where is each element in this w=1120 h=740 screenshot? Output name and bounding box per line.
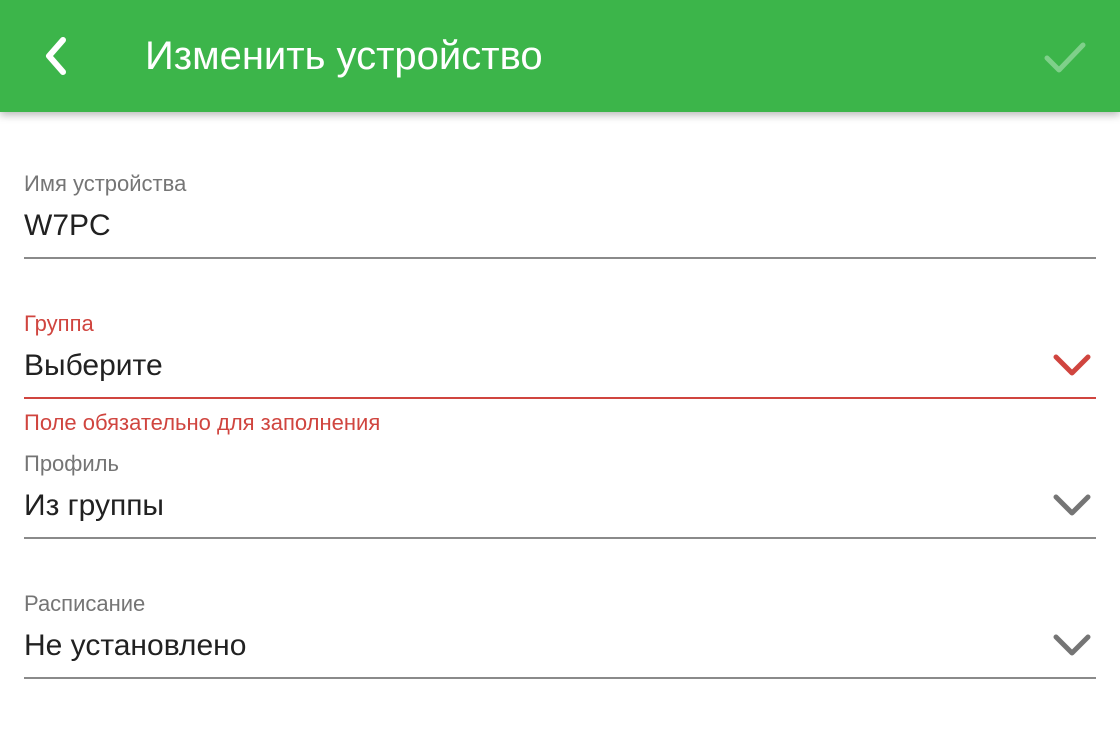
device-name-field[interactable]: Имя устройства W7PC <box>24 170 1096 260</box>
group-value[interactable]: Выберите <box>24 346 163 386</box>
profile-underline <box>24 537 1096 539</box>
profile-value[interactable]: Из группы <box>24 486 164 526</box>
schedule-select[interactable]: Расписание Не установлено <box>24 590 1096 680</box>
group-label: Группа <box>24 311 94 336</box>
chevron-down-icon[interactable] <box>1052 490 1092 520</box>
chevron-down-icon[interactable] <box>1052 350 1092 380</box>
device-name-value[interactable]: W7PC <box>24 206 111 246</box>
back-button[interactable] <box>30 28 82 84</box>
check-icon <box>1044 42 1086 73</box>
schedule-underline <box>24 677 1096 679</box>
schedule-value[interactable]: Не установлено <box>24 626 246 666</box>
profile-select[interactable]: Профиль Из группы <box>24 450 1096 540</box>
chevron-down-icon[interactable] <box>1052 630 1092 660</box>
device-name-underline <box>24 257 1096 259</box>
page-title: Изменить устройство <box>145 34 543 78</box>
group-underline <box>24 397 1096 399</box>
chevron-left-icon <box>46 37 66 75</box>
edit-device-form: Имя устройства W7PC Группа Выберите Поле… <box>0 112 1120 740</box>
group-select[interactable]: Группа Выберите <box>24 310 1096 400</box>
profile-label: Профиль <box>24 451 119 476</box>
device-name-label: Имя устройства <box>24 171 187 196</box>
confirm-button[interactable] <box>1036 32 1094 84</box>
schedule-label: Расписание <box>24 591 146 616</box>
group-error-message: Поле обязательно для заполнения <box>24 410 381 435</box>
app-bar: Изменить устройство <box>0 0 1120 112</box>
